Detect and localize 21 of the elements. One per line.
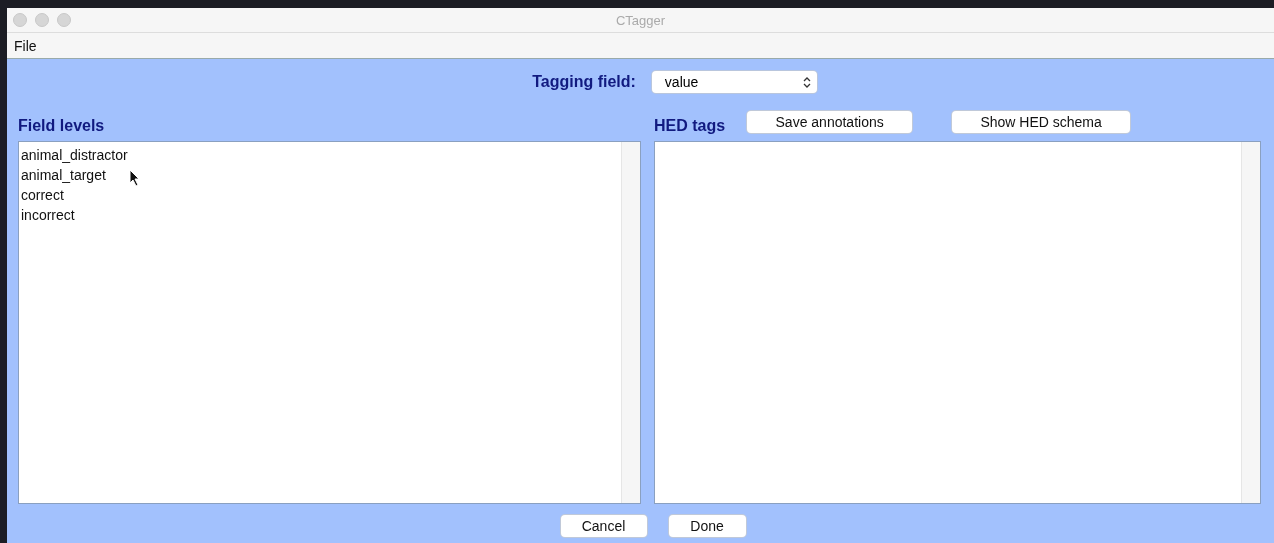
window-control-icon[interactable]: [35, 13, 49, 27]
list-item[interactable]: animal_target: [21, 165, 106, 185]
mouse-pointer-icon: [129, 169, 141, 187]
window-title: CTagger: [615, 12, 666, 28]
scrollbar[interactable]: [621, 142, 640, 503]
field-levels-label: Field levels: [18, 117, 105, 135]
toolbar-button[interactable]: Show HED schema: [952, 111, 1131, 133]
scrollbar[interactable]: [1241, 142, 1260, 503]
list-item[interactable]: animal_distractor: [21, 145, 128, 165]
dialog-button[interactable]: Done: [668, 515, 746, 537]
tagging-field-label: Tagging field:: [532, 73, 636, 91]
up-down-chevron-icon: [802, 75, 811, 89]
window-control-icon[interactable]: [13, 13, 27, 27]
hed-tags-label: HED tags: [654, 117, 726, 135]
list-item[interactable]: incorrect: [21, 205, 75, 225]
dialog-button[interactable]: Cancel: [560, 515, 647, 537]
list-item[interactable]: correct: [21, 185, 64, 205]
toolbar-button[interactable]: Save annotations: [747, 111, 913, 133]
menu-item[interactable]: File: [7, 37, 44, 54]
window-control-icon[interactable]: [57, 13, 71, 27]
tagging-field-dropdown[interactable]: value: [651, 71, 817, 93]
